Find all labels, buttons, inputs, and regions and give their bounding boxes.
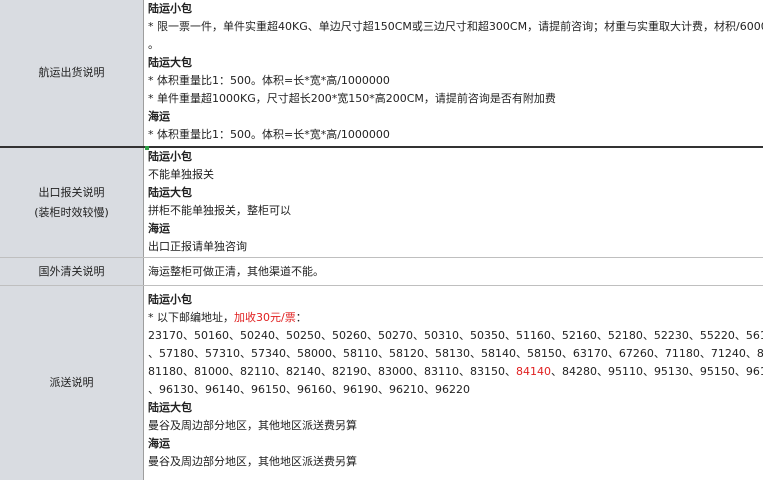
- row-label-import[interactable]: 国外清关说明: [0, 258, 144, 285]
- cell-export-customs[interactable]: 陆运小包 不能单独报关 陆运大包 拼柜不能单独报关，整柜可以 海运 出口正报请单…: [145, 148, 763, 257]
- note-line: * 体积重量比1：500。体积=长*宽*高/1000000: [148, 74, 390, 87]
- row-label-delivery[interactable]: 派送说明: [0, 286, 144, 480]
- cell-shipping-notes[interactable]: 陆运小包 * 限一票一件，单件实重超40KG、单边尺寸超150CM或三边尺寸和超…: [145, 0, 763, 146]
- cell-selection-marker: [145, 146, 149, 150]
- section-heading: 海运: [148, 437, 170, 450]
- zip-list-line: 23170、50160、50240、50250、50260、50270、5031…: [148, 329, 763, 342]
- note-line: 曼谷及周边部分地区，其他地区派送费另算: [148, 419, 357, 432]
- section-heading: 海运: [148, 110, 170, 123]
- label-text: 出口报关说明: [38, 185, 105, 199]
- note-line: 出口正报请单独咨询: [148, 240, 247, 253]
- cell-delivery-notes[interactable]: 陆运小包 * 以下邮编地址，加收30元/票： 23170、50160、50240…: [145, 286, 763, 480]
- surcharge-amount: 加收30元/票: [234, 311, 296, 324]
- cell-import-customs[interactable]: 海运整柜可做正清，其他渠道不能。: [145, 258, 763, 285]
- note-line: * 单件重量超1000KG，尺寸超长200*宽150*高200CM，请提前咨询是…: [148, 92, 556, 105]
- surcharge-prefix: * 以下邮编地址，: [148, 311, 234, 324]
- zip-segment: 、84280、95110、95130、95150、96110、96120: [550, 365, 763, 378]
- zip-segment: 81180、81000、82110、82140、82190、83000、8311…: [148, 365, 516, 378]
- spreadsheet: 航运出货说明 陆运小包 * 限一票一件，单件实重超40KG、单边尺寸超150CM…: [0, 0, 763, 480]
- row-export-customs: 出口报关说明 (装柜时效较慢) 陆运小包 不能单独报关 陆运大包 拼柜不能单独报…: [0, 148, 763, 258]
- section-heading: 陆运小包: [148, 2, 192, 15]
- zip-list-line: 、57180、57310、57340、58000、58110、58120、581…: [148, 347, 763, 360]
- zip-list-line: 、96130、96140、96150、96160、96190、96210、962…: [148, 383, 470, 396]
- label-text: 航运出货说明: [38, 66, 105, 79]
- label-text: 国外清关说明: [38, 264, 105, 278]
- row-delivery-notes: 派送说明 陆运小包 * 以下邮编地址，加收30元/票： 23170、50160、…: [0, 286, 763, 480]
- note-line: 。: [148, 38, 159, 51]
- section-heading: 陆运大包: [148, 56, 192, 69]
- zip-list-line: 81180、81000、82110、82140、82190、83000、8311…: [148, 363, 763, 381]
- zip-highlight: 84140: [515, 365, 551, 378]
- note-line: 海运整柜可做正清，其他渠道不能。: [148, 265, 324, 278]
- section-heading: 陆运小包: [148, 150, 192, 163]
- label-text: 派送说明: [49, 376, 94, 389]
- surcharge-suffix: ：: [295, 311, 307, 324]
- section-heading: 陆运大包: [148, 186, 192, 199]
- surcharge-line: * 以下邮编地址，加收30元/票：: [148, 309, 763, 327]
- row-shipping-notes: 航运出货说明 陆运小包 * 限一票一件，单件实重超40KG、单边尺寸超150CM…: [0, 0, 763, 148]
- note-line: 曼谷及周边部分地区，其他地区派送费另算: [148, 455, 357, 468]
- note-line: * 体积重量比1：500。体积=长*宽*高/1000000: [148, 128, 390, 141]
- section-heading: 陆运小包: [148, 293, 192, 306]
- note-line: 拼柜不能单独报关，整柜可以: [148, 204, 291, 217]
- row-label-export[interactable]: 出口报关说明 (装柜时效较慢): [0, 148, 144, 257]
- row-label-shipping[interactable]: 航运出货说明: [0, 0, 144, 146]
- label-subtext: (装柜时效较慢): [34, 205, 109, 219]
- note-line: * 限一票一件，单件实重超40KG、单边尺寸超150CM或三边尺寸和超300CM…: [148, 20, 763, 33]
- row-import-customs: 国外清关说明 海运整柜可做正清，其他渠道不能。: [0, 258, 763, 286]
- section-heading: 陆运大包: [148, 401, 192, 414]
- section-heading: 海运: [148, 222, 170, 235]
- note-line: 不能单独报关: [148, 168, 214, 181]
